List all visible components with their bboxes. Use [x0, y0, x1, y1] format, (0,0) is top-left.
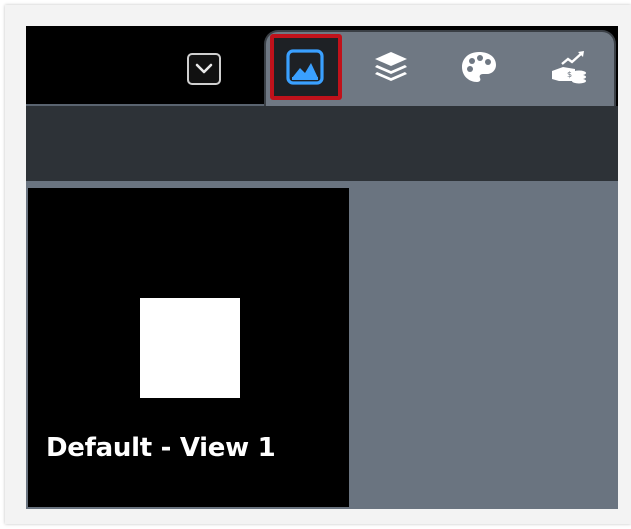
chevron-down-icon: [195, 63, 213, 75]
tab-layers[interactable]: [356, 36, 426, 98]
top-bar: $: [26, 26, 618, 106]
image-icon: [285, 47, 325, 87]
svg-text:$: $: [567, 70, 572, 79]
chart-money-icon: $: [549, 47, 589, 87]
layers-icon: [371, 48, 411, 86]
dropdown-button[interactable]: [187, 53, 221, 85]
palette-icon: [459, 48, 499, 86]
viewport-content: [140, 298, 240, 398]
tab-image-view[interactable]: [270, 36, 340, 98]
toolbar: [26, 106, 618, 181]
viewport-thumbnail[interactable]: Default - View 1: [28, 188, 349, 507]
tab-palette[interactable]: [444, 36, 514, 98]
app: $ Default - View 1: [26, 26, 618, 509]
viewport-label: Default - View 1: [46, 433, 276, 463]
tab-chart-money[interactable]: $: [534, 36, 604, 98]
